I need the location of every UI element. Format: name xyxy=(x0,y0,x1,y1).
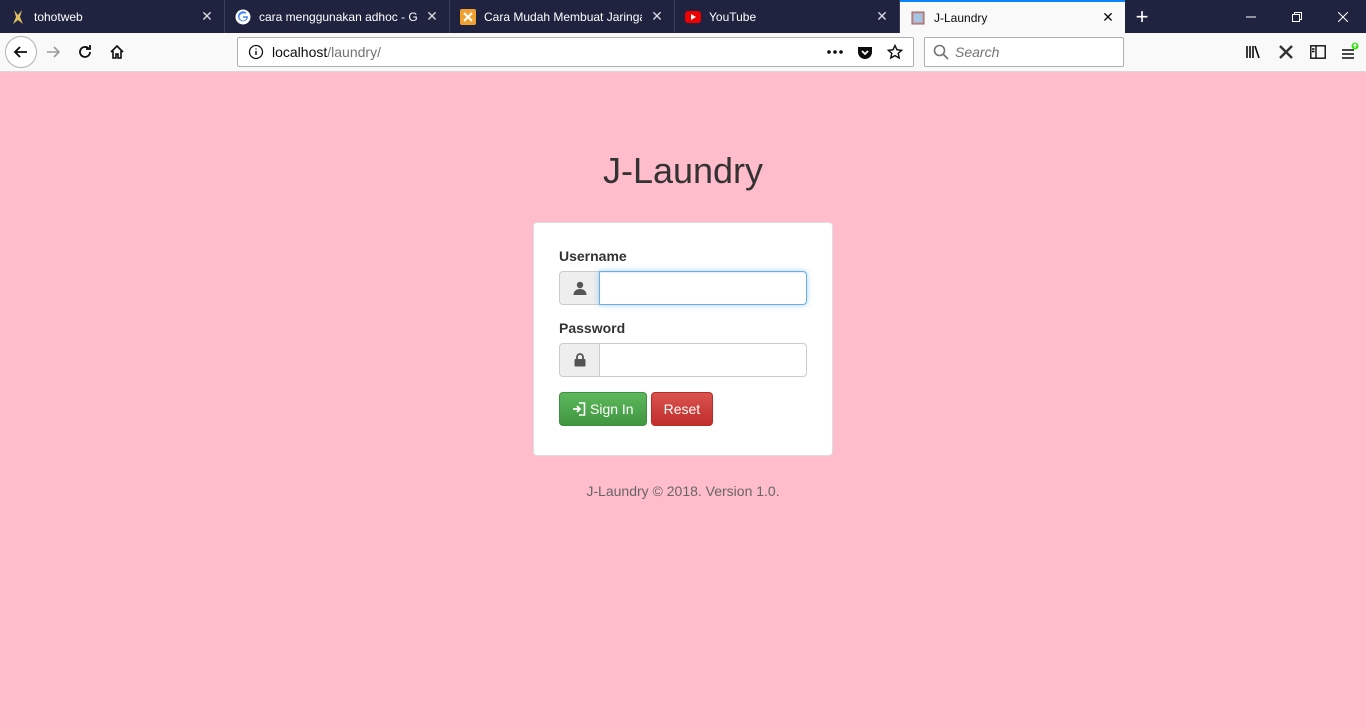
menu-button[interactable] xyxy=(1334,36,1366,68)
sidebar-button[interactable] xyxy=(1302,36,1334,68)
password-group xyxy=(559,343,807,377)
login-panel: Username Password Sign In Reset xyxy=(533,222,833,456)
url-bar[interactable]: localhost/laundry/ xyxy=(237,37,914,67)
tab-google[interactable]: cara menggunakan adhoc - Go ✕ xyxy=(225,0,450,33)
tab-title: tohotweb xyxy=(34,9,83,24)
close-icon xyxy=(1338,11,1348,22)
tab-j-laundry[interactable]: J-Laundry ✕ xyxy=(900,0,1125,33)
url-path: /laundry/ xyxy=(327,44,381,60)
restore-icon xyxy=(1292,11,1302,22)
close-tab-icon[interactable]: ✕ xyxy=(648,8,666,26)
page-title: J-Laundry xyxy=(602,150,764,191)
reset-label: Reset xyxy=(663,401,701,417)
tab-title: Cara Mudah Membuat Jaringan xyxy=(484,9,642,24)
sign-in-label: Sign In xyxy=(590,401,634,417)
reload-icon xyxy=(79,45,91,58)
tohotweb-favicon-icon xyxy=(10,9,26,25)
sign-in-button[interactable]: Sign In xyxy=(559,392,647,426)
page-actions-button[interactable] xyxy=(823,40,847,64)
nav-toolbar: localhost/laundry/ xyxy=(0,33,1366,72)
arrow-left-icon xyxy=(13,46,27,58)
footer-text: J-Laundry © 2018. Version 1.0. xyxy=(586,483,780,499)
user-icon xyxy=(559,271,599,305)
username-label: Username xyxy=(559,248,627,264)
forward-button[interactable] xyxy=(37,36,69,68)
url-text[interactable]: localhost/laundry/ xyxy=(272,44,823,60)
sidebar-icon xyxy=(1310,45,1326,59)
close-window-button[interactable] xyxy=(1320,0,1366,33)
ellipsis-icon xyxy=(827,50,843,54)
lock-icon xyxy=(559,343,599,377)
tab-jaringan[interactable]: Cara Mudah Membuat Jaringan ✕ xyxy=(450,0,675,33)
url-host: localhost xyxy=(272,44,328,60)
tab-title: YouTube xyxy=(709,9,757,24)
password-label: Password xyxy=(559,320,626,336)
search-icon xyxy=(933,44,949,60)
info-icon[interactable] xyxy=(248,44,264,60)
tab-strip: tohotweb ✕ cara menggunakan adhoc - Go ✕… xyxy=(0,0,1366,33)
x-extension-icon xyxy=(1279,45,1293,59)
hamburger-menu-icon xyxy=(1342,42,1359,59)
library-icon xyxy=(1246,45,1260,59)
orange-x-favicon-icon xyxy=(460,8,476,25)
password-input[interactable] xyxy=(599,343,807,377)
minimize-button[interactable] xyxy=(1228,0,1274,33)
extension-x-button[interactable] xyxy=(1270,36,1302,68)
page-content: J-Laundry Username Password Sign In Rese… xyxy=(0,72,1366,728)
tab-title: J-Laundry xyxy=(934,10,988,25)
pocket-button[interactable] xyxy=(853,40,877,64)
tab-tohotweb[interactable]: tohotweb ✕ xyxy=(0,0,225,33)
form-actions: Sign In Reset xyxy=(559,392,807,426)
pocket-icon xyxy=(858,47,872,59)
arrow-right-icon xyxy=(47,46,61,58)
username-input[interactable] xyxy=(599,271,807,305)
close-tab-icon[interactable]: ✕ xyxy=(423,8,441,26)
restore-button[interactable] xyxy=(1274,0,1320,33)
youtube-favicon-icon xyxy=(685,9,701,25)
new-tab-button[interactable]: + xyxy=(1125,0,1159,33)
username-group xyxy=(559,271,807,305)
search-bar[interactable] xyxy=(924,37,1124,67)
close-tab-icon[interactable]: ✕ xyxy=(198,8,216,26)
minimize-icon xyxy=(1246,16,1256,17)
page-favicon-icon xyxy=(910,10,926,26)
close-tab-icon[interactable]: ✕ xyxy=(1099,9,1117,27)
reload-button[interactable] xyxy=(69,36,101,68)
home-icon xyxy=(110,44,124,59)
bookmark-star-button[interactable] xyxy=(883,40,907,64)
log-in-icon xyxy=(573,402,586,416)
tab-title: cara menggunakan adhoc - Go xyxy=(259,9,417,24)
home-button[interactable] xyxy=(101,36,133,68)
star-icon xyxy=(887,44,903,60)
close-tab-icon[interactable]: ✕ xyxy=(873,8,891,26)
reset-button[interactable]: Reset xyxy=(650,392,714,426)
search-input[interactable] xyxy=(955,44,1115,60)
google-favicon-icon xyxy=(235,9,251,25)
back-button[interactable] xyxy=(5,36,37,68)
tab-youtube[interactable]: YouTube ✕ xyxy=(675,0,900,33)
library-button[interactable] xyxy=(1238,36,1270,68)
